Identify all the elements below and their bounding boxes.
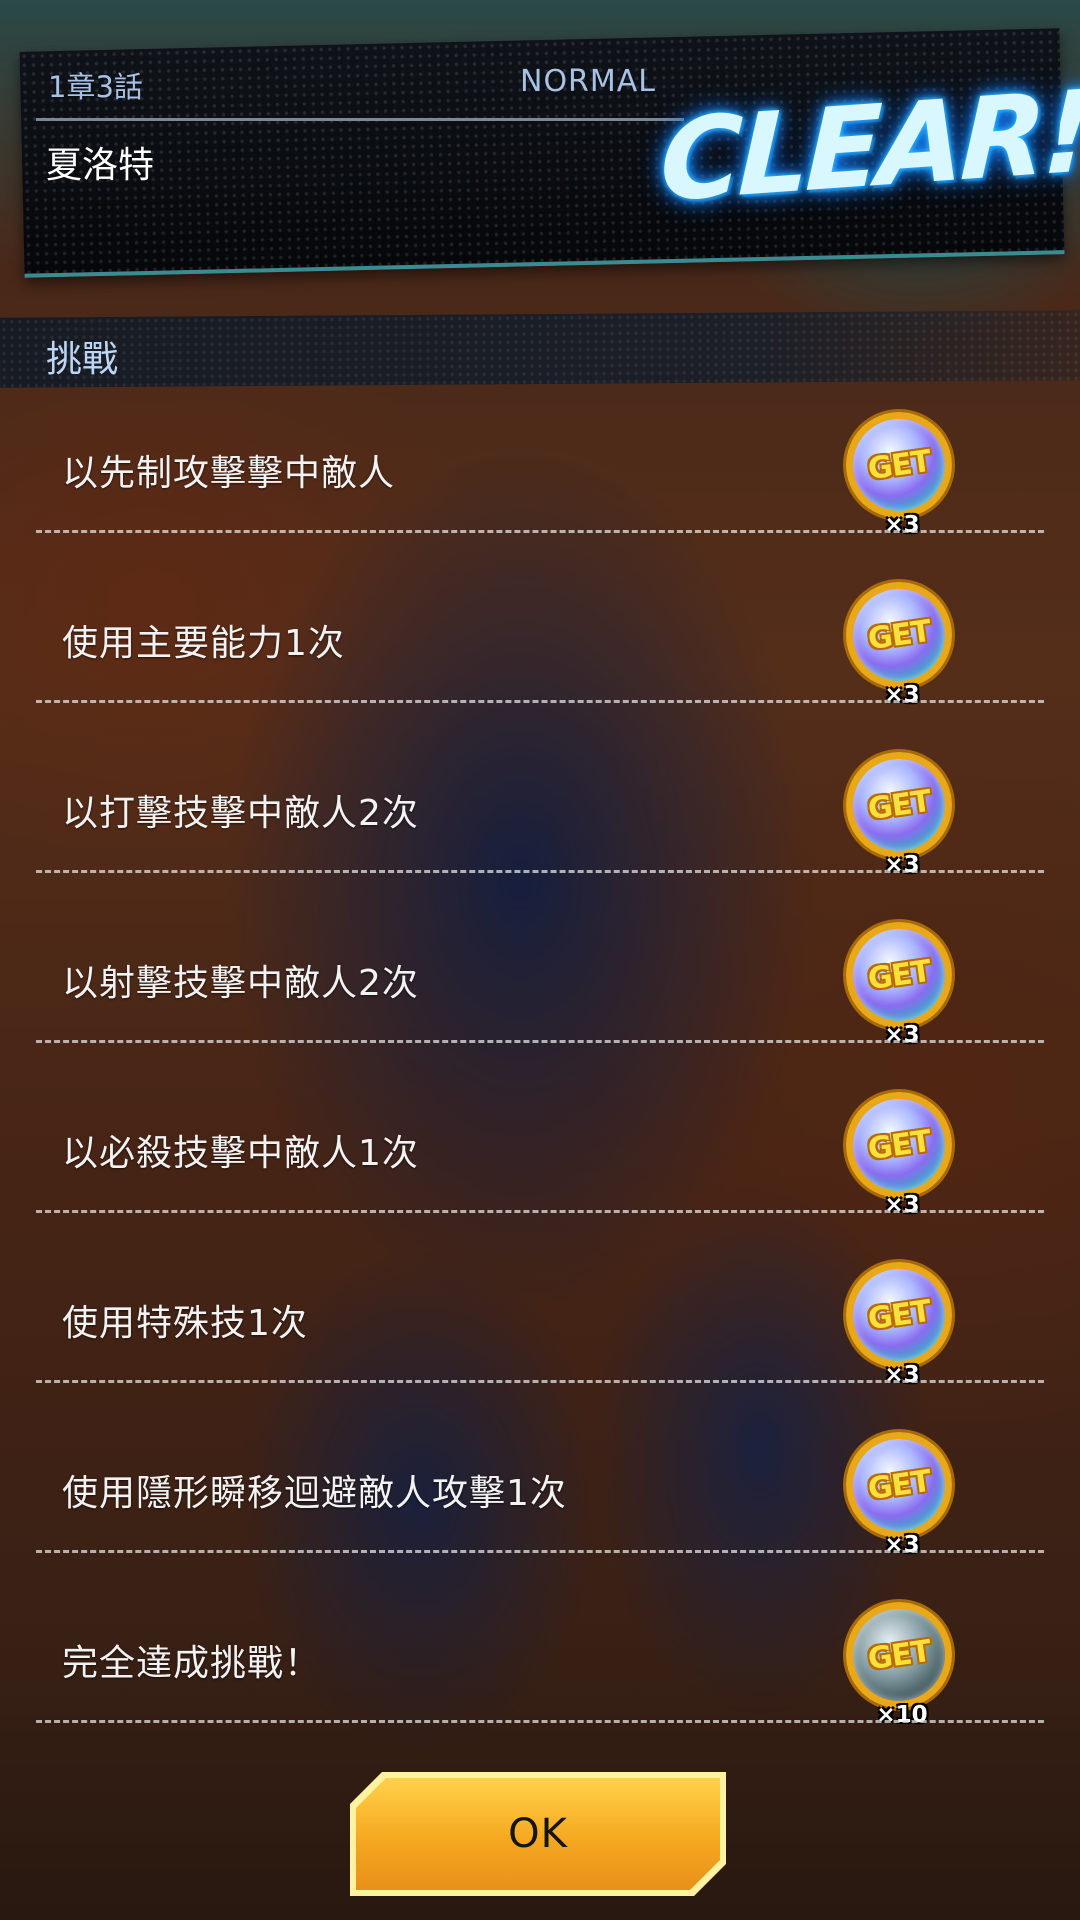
reward-count: ×10	[876, 1702, 928, 1728]
reward-count: ×3	[884, 1192, 920, 1218]
challenge-row: 使用主要能力1次 GET ×3	[0, 574, 1080, 744]
challenge-text: 以必殺技擊中敵人1次	[62, 1133, 419, 1174]
challenge-text: 使用主要能力1次	[62, 623, 345, 664]
row-divider	[36, 1550, 1044, 1553]
row-divider	[36, 700, 1044, 703]
get-label: GET	[865, 1463, 933, 1507]
get-label: GET	[865, 613, 933, 657]
row-divider	[36, 1210, 1044, 1213]
row-divider	[36, 1720, 1044, 1723]
challenge-row: 以射擊技擊中敵人2次 GET ×3	[0, 914, 1080, 1084]
crystal-coin-icon: GET	[846, 752, 952, 858]
get-label: GET	[865, 1633, 933, 1677]
ok-button[interactable]: OK	[356, 1778, 720, 1890]
challenge-row: 使用隱形瞬移迴避敵人攻擊1次 GET ×3	[0, 1424, 1080, 1594]
reward-count: ×3	[884, 852, 920, 878]
row-divider	[36, 530, 1044, 533]
crystal-coin-icon: GET	[846, 922, 952, 1028]
reward-count: ×3	[884, 682, 920, 708]
challenge-row: 以打擊技擊中敵人2次 GET ×3	[0, 744, 1080, 914]
crystal-coin-icon: GET	[846, 412, 952, 518]
challenge-list: 以先制攻擊擊中敵人 GET ×3 使用主要能力1次 GET ×3 以打擊技擊中敵…	[0, 0, 1080, 1920]
get-label: GET	[865, 1123, 933, 1167]
special-medal-icon: GET	[846, 1602, 952, 1708]
challenge-text: 以射擊技擊中敵人2次	[62, 963, 419, 1004]
get-label: GET	[865, 443, 933, 487]
row-divider	[36, 870, 1044, 873]
clear-result-screen: 1章3話 NORMAL 夏洛特 CLEAR! 挑戰 以先制攻擊擊中敵人 GET …	[0, 0, 1080, 1920]
reward-count: ×3	[884, 1532, 920, 1558]
reward-count: ×3	[884, 1022, 920, 1048]
reward-count: ×3	[884, 1362, 920, 1388]
challenge-text: 完全達成挑戰！	[62, 1643, 322, 1684]
challenge-text: 使用隱形瞬移迴避敵人攻擊1次	[62, 1473, 567, 1514]
crystal-coin-icon: GET	[846, 582, 952, 688]
challenge-text: 以先制攻擊擊中敵人	[62, 453, 396, 494]
row-divider	[36, 1380, 1044, 1383]
get-label: GET	[865, 953, 933, 997]
challenge-row: 以先制攻擊擊中敵人 GET ×3	[0, 404, 1080, 574]
crystal-coin-icon: GET	[846, 1262, 952, 1368]
crystal-coin-icon: GET	[846, 1432, 952, 1538]
get-label: GET	[865, 783, 933, 827]
row-divider	[36, 1040, 1044, 1043]
challenge-row: 以必殺技擊中敵人1次 GET ×3	[0, 1084, 1080, 1254]
crystal-coin-icon: GET	[846, 1092, 952, 1198]
challenge-text: 使用特殊技1次	[62, 1303, 308, 1344]
get-label: GET	[865, 1293, 933, 1337]
reward-count: ×3	[884, 512, 920, 538]
challenge-text: 以打擊技擊中敵人2次	[62, 793, 419, 834]
challenge-row: 使用特殊技1次 GET ×3	[0, 1254, 1080, 1424]
challenge-row-complete: 完全達成挑戰！ GET ×10	[0, 1594, 1080, 1764]
